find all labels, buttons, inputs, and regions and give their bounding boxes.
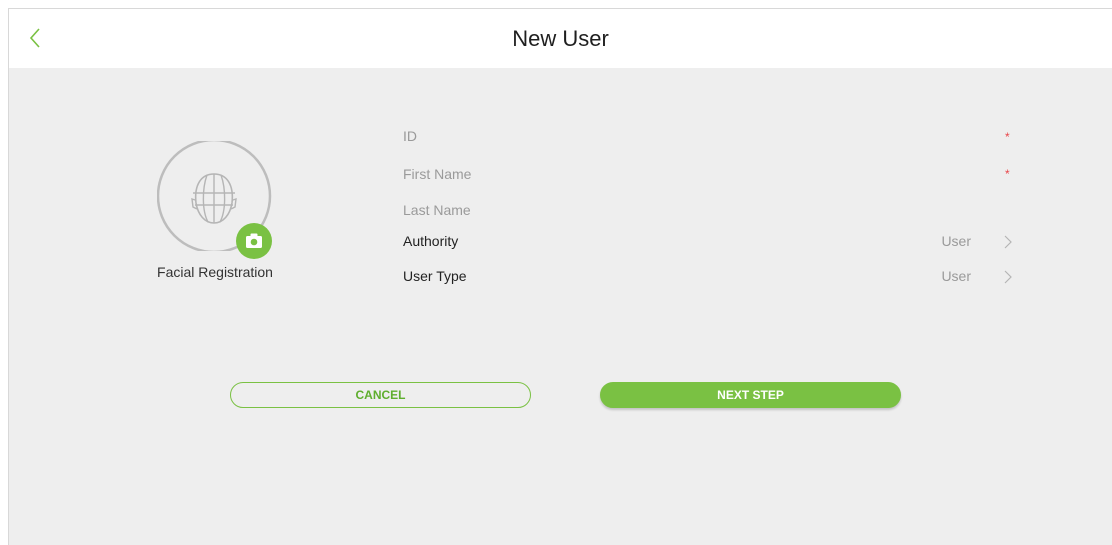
cancel-button[interactable]: CANCEL	[230, 382, 531, 408]
id-required-mark: *	[1005, 130, 1010, 144]
first-name-field-label: First Name	[403, 166, 472, 182]
first-name-field[interactable]	[399, 159, 1019, 187]
camera-icon	[246, 233, 262, 248]
face-registration-label: Facial Registration	[157, 264, 273, 280]
app-window: New User Facial Registration ID * First …	[8, 8, 1112, 545]
page-title: New User	[512, 26, 609, 51]
last-name-field-label: Last Name	[403, 202, 471, 218]
user-type-value: User	[941, 268, 971, 284]
id-field[interactable]	[399, 121, 1019, 149]
user-type-label: User Type	[403, 268, 467, 284]
id-field-label: ID	[403, 128, 417, 144]
chevron-right-icon	[1004, 270, 1012, 284]
header-bar: New User	[9, 9, 1112, 68]
next-step-button[interactable]: NEXT STEP	[600, 382, 901, 408]
first-name-required-mark: *	[1005, 167, 1010, 181]
authority-value: User	[941, 233, 971, 249]
authority-label: Authority	[403, 233, 459, 249]
authority-row[interactable]	[399, 227, 1019, 255]
camera-button[interactable]	[236, 223, 272, 259]
chevron-right-icon	[1004, 235, 1012, 249]
user-type-row[interactable]	[399, 262, 1019, 290]
last-name-field[interactable]	[399, 195, 1019, 223]
